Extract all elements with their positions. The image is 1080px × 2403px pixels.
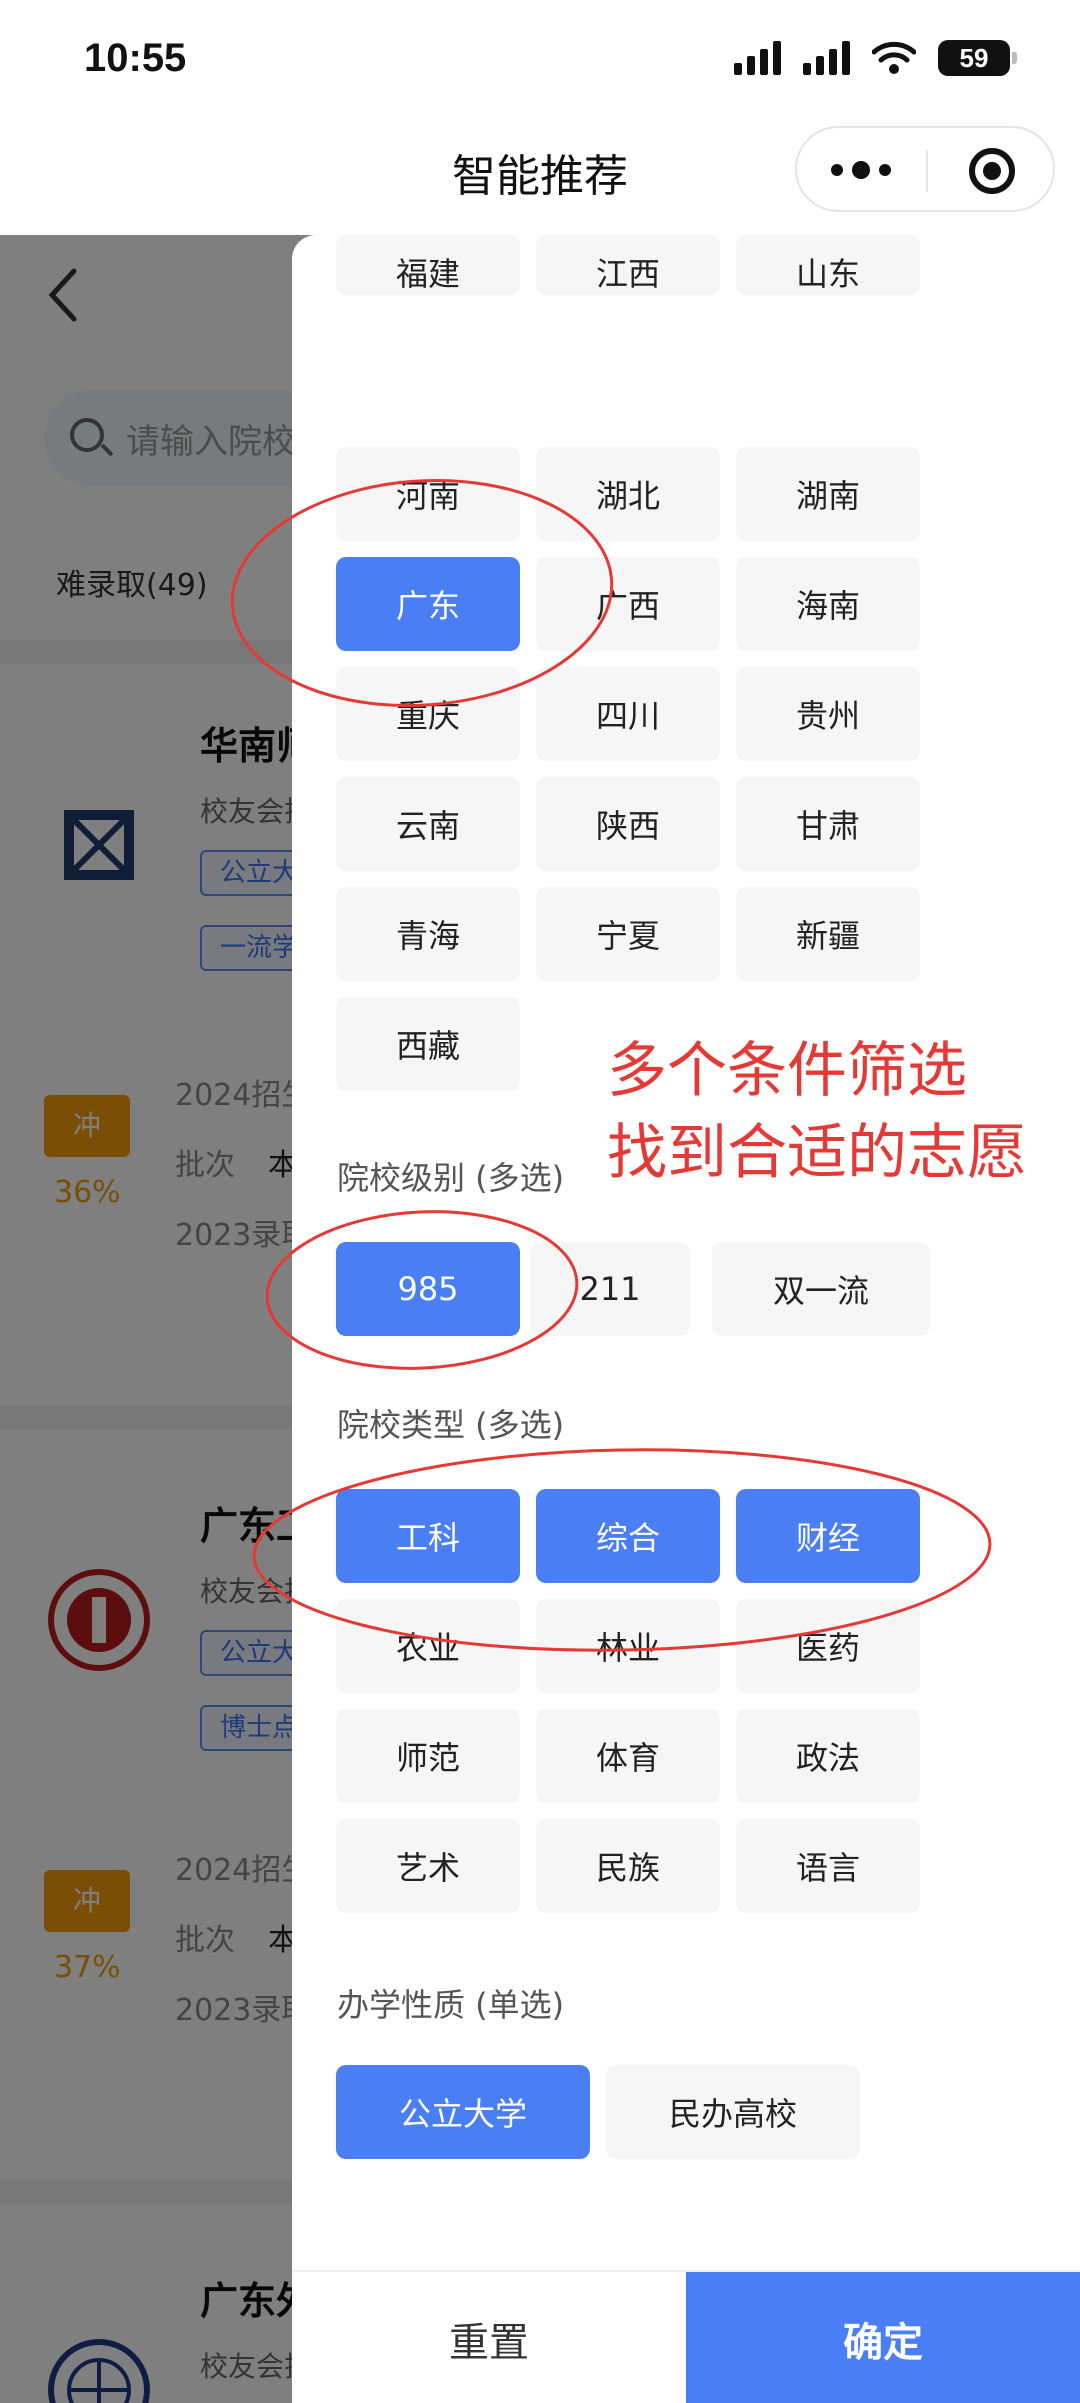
province-chip[interactable]: 云南 [336,777,520,871]
level-chip-211[interactable]: 211 [530,1242,690,1336]
status-time: 10:55 [84,36,187,80]
province-chip[interactable]: 四川 [536,667,720,761]
type-chip[interactable]: 工科 [336,1489,520,1583]
type-chip[interactable]: 艺术 [336,1819,520,1913]
province-chip[interactable]: 西藏 [336,997,520,1091]
capsule-divider [926,150,928,192]
battery-icon: 59 [938,40,1017,76]
status-icons: 59 [734,40,1017,76]
status-bar: 10:55 59 [0,0,1080,120]
province-chip[interactable]: 江西 [536,235,720,295]
miniprogram-capsule [795,126,1055,212]
province-chip[interactable]: 青海 [336,887,520,981]
type-chip[interactable]: 林业 [536,1599,720,1693]
province-chip[interactable]: 陕西 [536,777,720,871]
reset-button[interactable]: 重置 [292,2272,686,2403]
province-chip[interactable]: 海南 [736,557,920,651]
type-chip[interactable]: 政法 [736,1709,920,1803]
province-chip[interactable]: 宁夏 [536,887,720,981]
type-chip[interactable]: 综合 [536,1489,720,1583]
confirm-button[interactable]: 确定 [686,2272,1080,2403]
province-chip[interactable]: 山东 [736,235,920,295]
annotation-line-2: 找到合适的志愿 [607,1118,1027,1188]
level-chip-double-first-class[interactable]: 双一流 [712,1242,930,1336]
cellular-signal-icon-2 [803,41,850,75]
province-chip[interactable]: 广西 [536,557,720,651]
type-chip[interactable]: 民族 [536,1819,720,1913]
type-chip[interactable]: 医药 [736,1599,920,1693]
more-icon[interactable] [831,156,891,184]
province-chip[interactable]: 湖南 [736,447,920,541]
cellular-signal-icon [734,41,781,75]
province-chip[interactable]: 新疆 [736,887,920,981]
level-section-label: 院校级别 (多选) [337,1159,565,1197]
type-section-label: 院校类型 (多选) [337,1406,565,1444]
nature-section-label: 办学性质 (单选) [337,1986,565,2024]
annotation-line-1: 多个条件筛选 [607,1036,967,1106]
province-chip[interactable]: 湖北 [536,447,720,541]
type-chip[interactable]: 农业 [336,1599,520,1693]
type-chip[interactable]: 师范 [336,1709,520,1803]
type-chip[interactable]: 语言 [736,1819,920,1913]
panel-footer: 重置 确定 [292,2270,1080,2403]
province-chip[interactable]: 福建 [336,235,520,295]
wifi-icon [872,41,916,74]
type-chip[interactable]: 体育 [536,1709,720,1803]
province-chip[interactable]: 广东 [336,557,520,651]
filter-panel: 福建 江西 山东 河南 湖北 湖南广东 广西 海南重庆 四川 贵州云南 陕西 甘肃青海 宁夏 新疆西… [292,235,1080,2403]
province-chip[interactable]: 重庆 [336,667,520,761]
annotation-text: 多个条件筛选 找到合适的志愿 [607,1030,1027,1194]
province-chip[interactable]: 甘肃 [736,777,920,871]
nature-chip-public[interactable]: 公立大学 [336,2065,590,2159]
close-miniprogram-icon[interactable] [969,148,1015,194]
province-chip[interactable]: 贵州 [736,667,920,761]
province-chip[interactable]: 河南 [336,447,520,541]
nature-chip-private[interactable]: 民办高校 [606,2065,860,2159]
nav-bar: 智能推荐 [0,120,1080,235]
type-chip[interactable]: 财经 [736,1489,920,1583]
level-chip-985[interactable]: 985 [336,1242,520,1336]
